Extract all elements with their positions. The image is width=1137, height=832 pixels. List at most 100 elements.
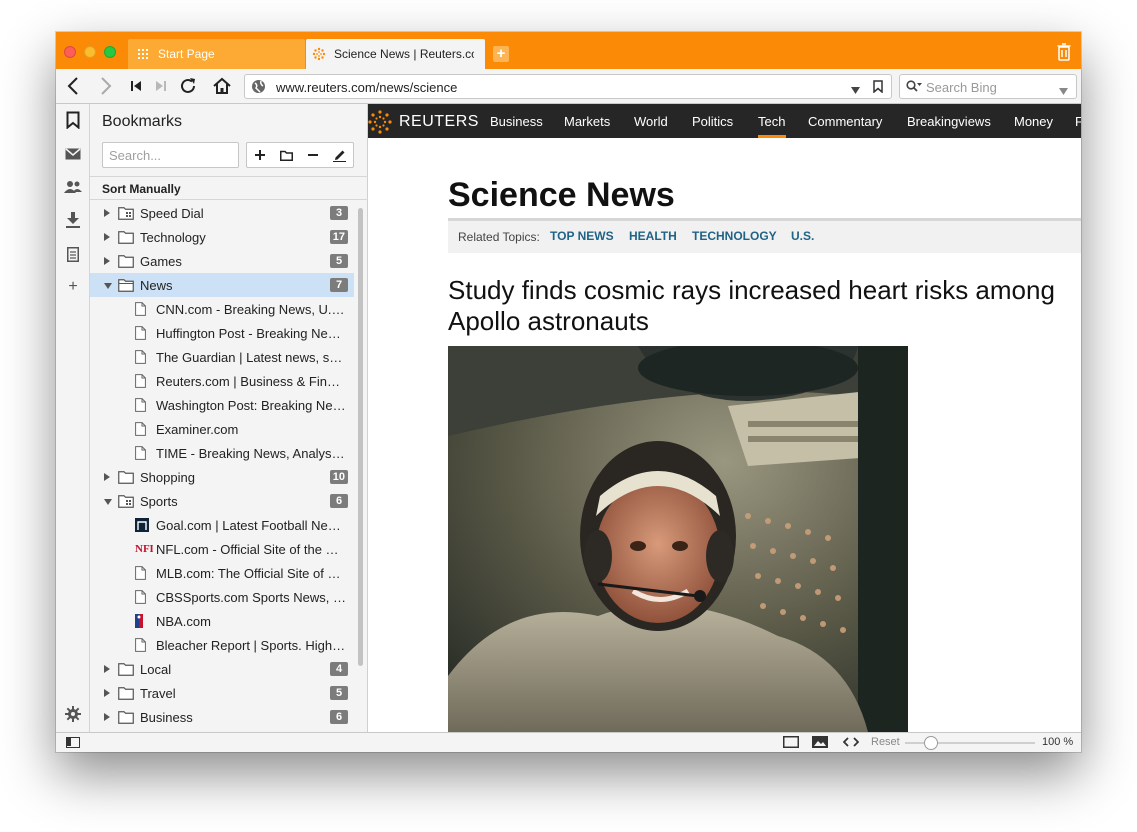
downloads-icon[interactable]	[63, 210, 83, 230]
nav-item-money[interactable]: Money	[1014, 114, 1053, 129]
bookmarks-panel: Bookmarks Search... Sort Manually Speed …	[90, 104, 368, 732]
zoom-reset-button[interactable]: Reset	[871, 736, 900, 748]
bookmark-count-badge: 17	[329, 230, 348, 244]
page-actions-icon[interactable]	[842, 736, 860, 751]
close-window-button[interactable]	[64, 46, 76, 58]
remove-bookmark-button[interactable]	[300, 143, 327, 167]
bookmark-item[interactable]: NFLNFL.com - Official Site of the Na...	[90, 537, 354, 561]
related-topics-bar: Related Topics: TOP NEWS HEALTH TECHNOLOGY…	[448, 221, 1081, 253]
bookmark-item[interactable]: Reuters.com | Business & Finan...	[90, 369, 354, 393]
trash-icon[interactable]	[1057, 43, 1071, 61]
topic-link[interactable]: TECHNOLOGY	[692, 229, 777, 243]
tab-start-page[interactable]: Start Page	[128, 39, 305, 69]
tab-reuters[interactable]: Science News | Reuters.com	[306, 39, 485, 69]
disclosure-open-icon[interactable]	[104, 499, 112, 505]
disclosure-closed-icon[interactable]	[104, 257, 110, 265]
disclosure-closed-icon[interactable]	[104, 473, 110, 481]
bookmark-item[interactable]: CBSSports.com Sports News, F...	[90, 585, 354, 609]
nav-item-breakingviews[interactable]: Breakingviews	[907, 114, 991, 129]
address-field[interactable]: www.reuters.com/news/science	[244, 74, 892, 99]
bookmark-folder[interactable]: News 7	[90, 273, 354, 297]
bookmark-folder[interactable]: Games 5	[90, 249, 354, 273]
back-button[interactable]	[62, 75, 84, 97]
nav-item-politics[interactable]: Politics	[692, 114, 733, 129]
nav-item-business[interactable]: Business	[490, 114, 543, 129]
speed-dial-icon	[118, 494, 134, 508]
new-tab-button[interactable]: +	[493, 46, 509, 62]
bookmark-item[interactable]: The Guardian | Latest news, spo...	[90, 345, 354, 369]
bookmark-item[interactable]: TIME - Breaking News, Analysis,...	[90, 441, 354, 465]
dropdown-triangle-icon[interactable]	[851, 82, 860, 97]
article-headline[interactable]: Study finds cosmic rays increased heart …	[448, 275, 1068, 337]
home-button[interactable]	[211, 75, 233, 97]
nav-item-f[interactable]: F	[1075, 114, 1081, 129]
contacts-icon[interactable]	[63, 177, 83, 197]
dropdown-triangle-icon[interactable]	[1059, 83, 1068, 98]
toggle-panel-icon[interactable]	[66, 737, 80, 748]
topic-link[interactable]: HEALTH	[629, 229, 677, 243]
gear-icon[interactable]	[63, 704, 83, 724]
nav-item-world[interactable]: World	[634, 114, 668, 129]
bookmark-item[interactable]: Bleacher Report | Sports. Highlig...	[90, 633, 354, 657]
bookmark-folder[interactable]: Shopping 10	[90, 465, 354, 489]
bookmark-folder[interactable]: Travel 5	[90, 681, 354, 705]
zoom-slider-handle[interactable]	[924, 736, 938, 750]
bookmark-item[interactable]: MLB.com: The Official Site of M...	[90, 561, 354, 585]
bookmark-folder[interactable]: Business 6	[90, 705, 354, 729]
nav-item-tech[interactable]: Tech	[758, 114, 785, 129]
reuters-brand[interactable]: REUTERS	[399, 113, 479, 131]
bookmark-item[interactable]: Washington Post: Breaking New...	[90, 393, 354, 417]
bookmarks-panel-icon[interactable]	[63, 110, 83, 130]
reload-button[interactable]	[177, 75, 199, 97]
reload-icon	[181, 78, 195, 93]
zoom-window-button[interactable]	[104, 46, 116, 58]
topic-link[interactable]: U.S.	[791, 229, 814, 243]
mail-icon[interactable]	[63, 144, 83, 164]
disclosure-closed-icon[interactable]	[104, 233, 110, 241]
side-panel-strip: +	[56, 104, 90, 732]
nfl-favicon: NFL	[135, 542, 157, 556]
add-bookmark-button[interactable]	[247, 143, 274, 167]
add-folder-button[interactable]	[274, 143, 301, 167]
bookmark-search-input[interactable]: Search...	[102, 142, 239, 168]
search-placeholder: Search Bing	[926, 80, 997, 95]
page-icon	[135, 422, 149, 436]
bookmark-folder[interactable]: Sports 6	[90, 489, 354, 513]
edit-bookmark-button[interactable]	[327, 143, 354, 167]
disclosure-closed-icon[interactable]	[104, 665, 110, 673]
disclosure-closed-icon[interactable]	[104, 713, 110, 721]
forward-button[interactable]	[95, 75, 117, 97]
rewind-button[interactable]	[125, 75, 147, 97]
bookmark-item[interactable]: Huffington Post - Breaking New...	[90, 321, 354, 345]
bookmark-item[interactable]: Examiner.com	[90, 417, 354, 441]
folder-label: Games	[140, 254, 182, 269]
bookmark-folder[interactable]: Speed Dial 3	[90, 201, 354, 225]
bookmark-item[interactable]: CNN.com - Breaking News, U.S....	[90, 297, 354, 321]
bookmark-folder[interactable]: Local 4	[90, 657, 354, 681]
add-panel-icon[interactable]: +	[63, 277, 83, 297]
nav-item-markets[interactable]: Markets	[564, 114, 610, 129]
reuters-logo-icon[interactable]	[368, 110, 392, 134]
bookmark-icon[interactable]	[873, 80, 883, 96]
url-text: www.reuters.com/news/science	[276, 80, 458, 95]
minimize-window-button[interactable]	[84, 46, 96, 58]
disclosure-open-icon[interactable]	[104, 283, 112, 289]
tiling-icon[interactable]	[783, 736, 799, 751]
page-icon	[135, 590, 149, 604]
nav-item-commentary[interactable]: Commentary	[808, 114, 882, 129]
bookmark-scrollbar[interactable]	[358, 208, 363, 666]
search-field[interactable]: Search Bing	[899, 74, 1077, 99]
bookmark-label: MLB.com: The Official Site of M...	[156, 566, 346, 581]
sort-mode-label[interactable]: Sort Manually	[90, 176, 368, 200]
folder-icon	[118, 254, 134, 268]
topic-link[interactable]: TOP NEWS	[550, 229, 614, 243]
bookmark-folder[interactable]: Technology 17	[90, 225, 354, 249]
bookmark-item[interactable]: NBA.com	[90, 609, 354, 633]
fast-forward-button[interactable]	[150, 75, 172, 97]
bookmark-item[interactable]: Goal.com | Latest Football News...	[90, 513, 354, 537]
notes-icon[interactable]	[63, 244, 83, 264]
disclosure-closed-icon[interactable]	[104, 209, 110, 217]
disclosure-closed-icon[interactable]	[104, 689, 110, 697]
article-photo[interactable]	[448, 346, 908, 732]
image-toggle-icon[interactable]	[812, 736, 828, 751]
